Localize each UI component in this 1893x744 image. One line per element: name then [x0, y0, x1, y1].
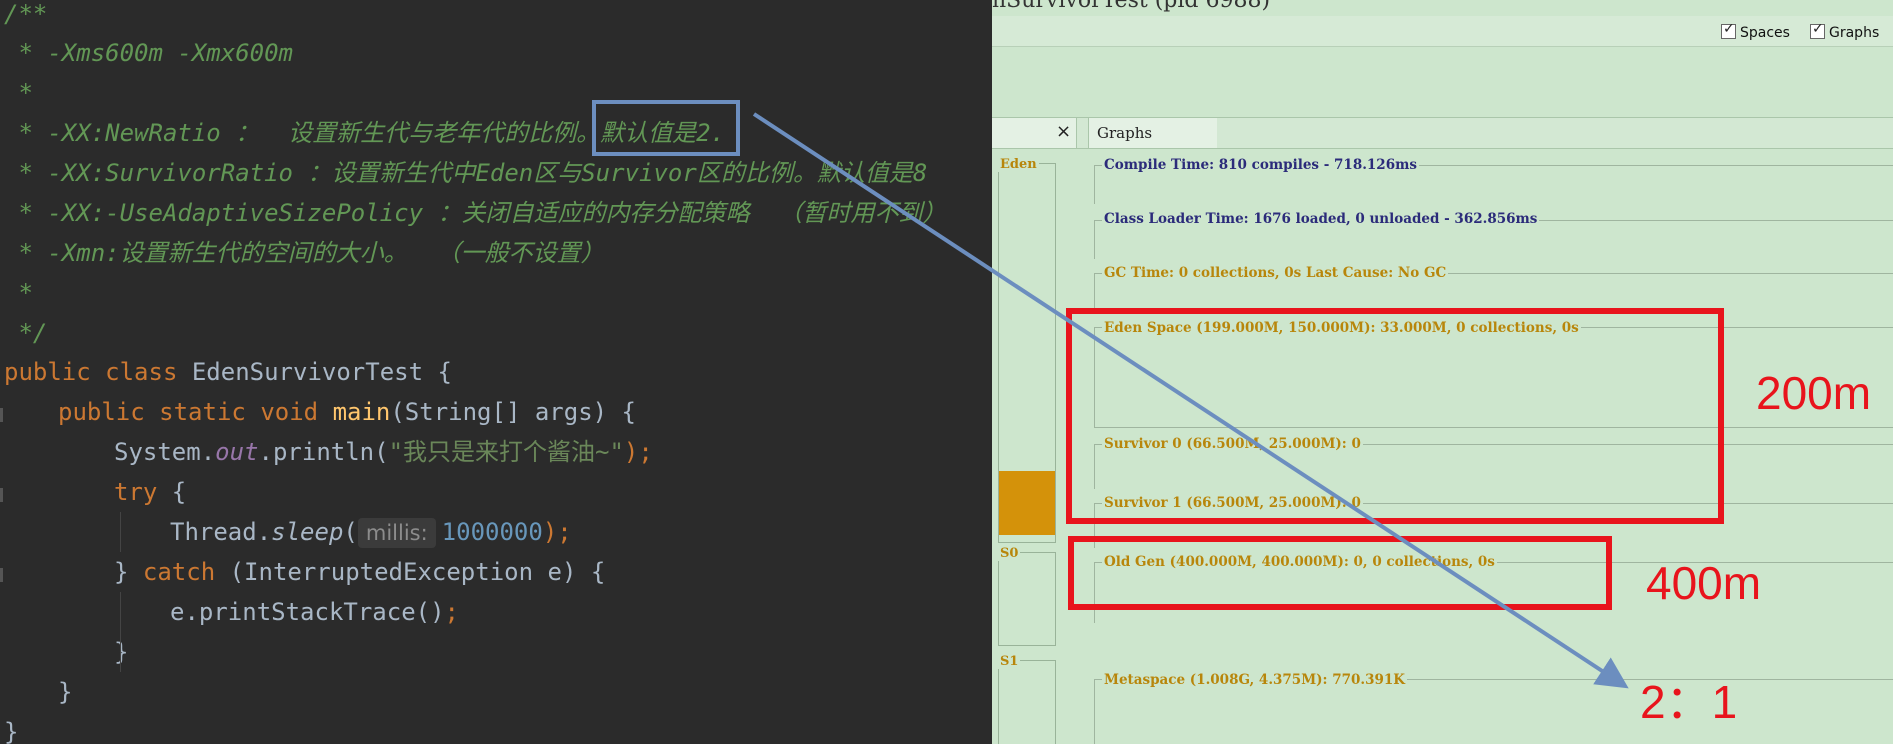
- class-name: EdenSurvivorTest: [191, 358, 424, 386]
- code-editor[interactable]: /** * -Xms600m -Xmx600m * * -XX:NewRatio…: [0, 0, 992, 744]
- comment-line: * -XX:-UseAdaptiveSizePolicy ：关闭自适应的内存分配…: [4, 199, 947, 227]
- code-token: (: [343, 518, 358, 546]
- comment-line: * -Xmn:设置新生代的空间的大小。 （一般不设置）: [4, 239, 605, 267]
- comment-line: * -Xms600m -Xmx600m: [4, 39, 293, 67]
- graphs-checkbox-label: Graphs: [1829, 25, 1880, 41]
- s1-space-column: [998, 660, 1056, 744]
- fold-marker[interactable]: [0, 408, 3, 422]
- eden-usage-fill: [999, 471, 1055, 535]
- comment-line: /**: [4, 0, 48, 28]
- checkbox-checked-icon: [1721, 21, 1736, 39]
- keyword: void: [260, 398, 319, 426]
- old-gen-size-annotation: 400m: [1646, 557, 1762, 609]
- code-token: );: [623, 438, 653, 466]
- static-field: out: [215, 438, 259, 466]
- method-name: sleep: [271, 518, 344, 546]
- code-token: .println(: [258, 438, 389, 466]
- metaspace-label: Metaspace (1.008G, 4.375M): 770.391K: [1102, 672, 1408, 688]
- params: (String[] args) {: [390, 398, 636, 426]
- keyword: class: [105, 358, 178, 386]
- method-name: main: [332, 398, 391, 426]
- code-token: System.: [114, 438, 216, 466]
- print-stack-trace-line: e.printStackTrace();: [170, 592, 459, 632]
- s0-label: S0: [998, 546, 1021, 561]
- checkbox-checked-icon: [1810, 21, 1825, 39]
- options-bar: Spaces Graphs: [992, 16, 1893, 47]
- spaces-checkbox-label: Spaces: [1740, 25, 1790, 41]
- s1-label: S1: [998, 654, 1021, 669]
- fold-marker[interactable]: [0, 568, 3, 582]
- panel-tab-row: × Graphs: [992, 117, 1893, 149]
- comment-line: *: [4, 79, 33, 107]
- highlight-box: [592, 100, 740, 156]
- parameter-hint: millis:: [357, 518, 436, 548]
- string-literal: "我只是来打个酱油~": [388, 438, 624, 466]
- window-title: nSurvivorTest (pid 6988): [992, 0, 1271, 13]
- closing-brace: }: [114, 638, 129, 666]
- young-gen-highlight: [1066, 308, 1724, 524]
- main-method-line: public static void main(String[] args) {: [58, 392, 636, 432]
- code-token: );: [542, 518, 572, 546]
- class-declaration-line: public class EdenSurvivorTest {: [4, 352, 452, 392]
- spaces-panel-tab[interactable]: ×: [992, 118, 1077, 148]
- keyword: public: [58, 398, 145, 426]
- class-loader-label: Class Loader Time: 1676 loaded, 0 unload…: [1102, 211, 1540, 227]
- keyword: static: [159, 398, 246, 426]
- compile-time-label: Compile Time: 810 compiles - 718.126ms: [1102, 157, 1419, 173]
- println-line: System.out.println("我只是来打个酱油~");: [114, 432, 653, 472]
- closing-brace: }: [4, 718, 19, 744]
- young-gen-size-annotation: 200m: [1756, 367, 1872, 419]
- eden-label: Eden: [998, 157, 1039, 172]
- graphs-checkbox[interactable]: Graphs: [1810, 21, 1880, 41]
- comment-line: *: [4, 279, 33, 307]
- code-token: e.printStackTrace(): [170, 598, 445, 626]
- close-icon[interactable]: ×: [1056, 121, 1071, 142]
- number-literal: 1000000: [441, 518, 543, 546]
- old-gen-highlight: [1068, 536, 1612, 610]
- code-token: ;: [444, 598, 459, 626]
- indent-guide: [120, 592, 121, 672]
- ratio-annotation: 2：1: [1640, 676, 1738, 728]
- sleep-line: Thread.sleep(millis: 1000000);: [170, 512, 572, 552]
- try-line: try {: [114, 472, 186, 512]
- gc-time-label: GC Time: 0 collections, 0s Last Cause: N…: [1102, 265, 1449, 281]
- comment-line: * -XX:SurvivorRatio ：设置新生代中Eden区与Survivo…: [4, 159, 928, 187]
- keyword: catch: [142, 558, 216, 586]
- fold-marker[interactable]: [0, 488, 3, 502]
- brace: }: [114, 558, 143, 586]
- brace: {: [157, 478, 187, 506]
- catch-line: } catch (InterruptedException e) {: [114, 552, 605, 592]
- metaspace-graph: [1094, 679, 1893, 744]
- code-token: Thread.: [170, 518, 272, 546]
- s0-space-column: [998, 552, 1056, 646]
- keyword: try: [114, 478, 158, 506]
- spaces-checkbox[interactable]: Spaces: [1721, 21, 1790, 41]
- indent-guide: [120, 512, 121, 552]
- brace: {: [423, 358, 452, 386]
- closing-brace: }: [58, 678, 73, 706]
- tab-graphs[interactable]: Graphs: [1088, 118, 1217, 148]
- code-token: (InterruptedException e) {: [215, 558, 606, 586]
- keyword: public: [4, 358, 91, 386]
- comment-line: */: [4, 319, 48, 347]
